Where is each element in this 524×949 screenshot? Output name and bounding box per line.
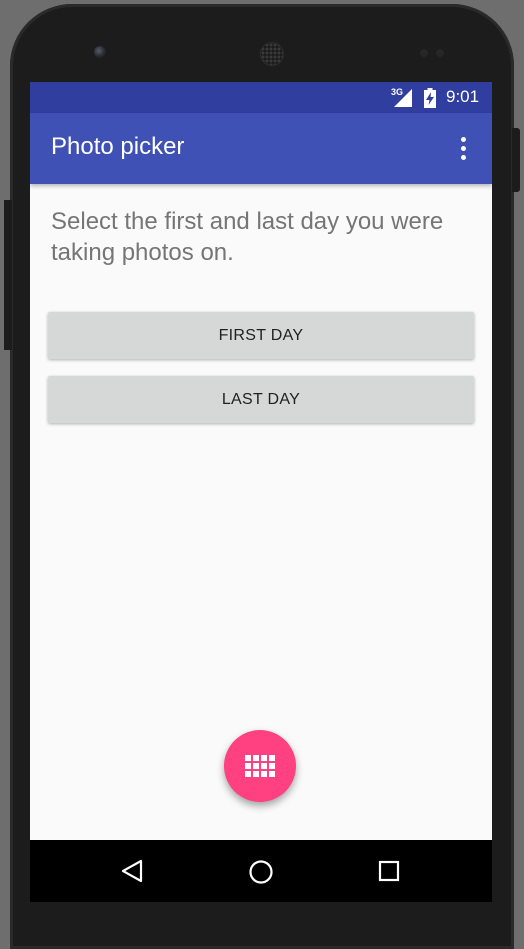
first-day-button[interactable]: FIRST DAY xyxy=(48,312,474,359)
proximity-sensor xyxy=(420,49,428,57)
last-day-button[interactable]: LAST DAY xyxy=(48,376,474,423)
signal-icon xyxy=(394,89,412,107)
battery-charging-icon xyxy=(424,88,436,108)
home-circle-icon[interactable] xyxy=(248,859,274,885)
grid-apps-icon xyxy=(245,755,275,777)
light-sensor xyxy=(436,49,444,57)
grid-apps-fab[interactable] xyxy=(224,730,296,802)
front-camera xyxy=(94,46,106,58)
earpiece-speaker xyxy=(260,42,284,66)
app-bar: Photo picker xyxy=(30,113,492,184)
status-clock: 9:01 xyxy=(446,87,480,106)
instruction-text: Select the first and last day you were t… xyxy=(51,208,444,266)
status-bar: 3G 9:01 xyxy=(30,82,492,113)
overflow-dot xyxy=(460,154,466,160)
screen: 3G 9:01 Photo picker Select the first an… xyxy=(30,82,492,902)
navigation-bar xyxy=(30,840,492,902)
back-triangle-icon[interactable] xyxy=(120,859,144,883)
overflow-dot xyxy=(460,136,466,142)
more-vert-icon[interactable] xyxy=(448,131,478,165)
power-button xyxy=(512,128,520,192)
recents-square-icon[interactable] xyxy=(378,860,400,882)
overflow-dot xyxy=(460,145,466,151)
page-title: Photo picker xyxy=(51,133,185,160)
volume-rocker xyxy=(4,200,12,350)
